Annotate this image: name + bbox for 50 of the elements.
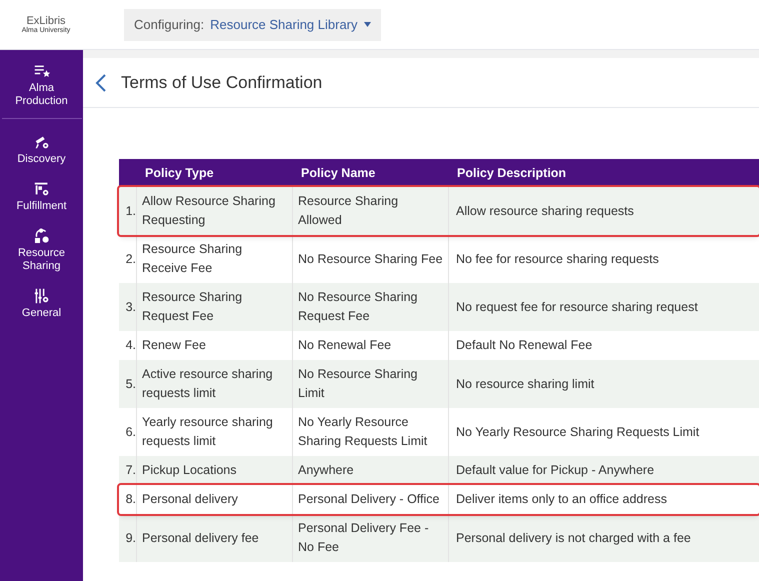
row-number: 1. <box>126 202 136 220</box>
row-number: 4. <box>126 337 136 354</box>
table-cell-text: Personal Delivery Fee - No Fee <box>298 520 430 556</box>
row-number: 9. <box>126 530 136 546</box>
table-cell-text: No Resource Sharing Request Fee <box>298 289 419 325</box>
sidebar-item[interactable]: Alma Production <box>2 82 82 108</box>
table-cell-text: Personal delivery <box>142 491 238 508</box>
column-header: Policy Type <box>144 164 215 182</box>
row-number: 8. <box>126 491 136 508</box>
column-header: Policy Name <box>300 164 376 182</box>
table-cell-text: No Resource Sharing Fee <box>298 250 443 268</box>
sidebar-item[interactable]: Discovery <box>17 153 66 166</box>
table-cell-text: Deliver items only to an office address <box>456 491 667 508</box>
table-cell-text: Allow Resource Sharing Requesting <box>142 193 276 229</box>
table-cell-text: Personal Delivery - Office <box>298 491 440 508</box>
table-cell-text: No Yearly Resource Sharing Requests Limit <box>456 424 700 441</box>
back-icon[interactable] <box>95 74 107 92</box>
table-cell-text: Personal delivery is not charged with a fee <box>456 530 691 547</box>
table-cell-text: Resource Sharing Receive Fee <box>142 241 244 277</box>
table-cell-text: Resource Sharing Allowed <box>298 193 400 229</box>
table-cell-text: Pickup Locations <box>142 462 237 479</box>
row-number: 5. <box>126 376 136 392</box>
table-cell-text: No Yearly Resource Sharing Requests Limit <box>298 414 428 450</box>
table-cell-text: Yearly resource sharing requests limit <box>142 414 274 450</box>
row-number: 3. <box>126 298 136 316</box>
table-cell-text: No fee for resource sharing requests <box>456 250 659 268</box>
configuring-dropdown[interactable]: Configuring: Resource Sharing Library <box>124 8 381 40</box>
table-cell-text: Personal delivery fee <box>142 530 259 547</box>
table-cell-text: No request fee for resource sharing request <box>456 298 698 316</box>
column-header: Policy Description <box>456 164 568 182</box>
row-number: 6. <box>126 424 136 440</box>
row-number: 7. <box>126 462 136 479</box>
sidebar-item[interactable]: Fulfillment <box>16 200 67 213</box>
table-cell-text: Renew Fee <box>142 337 206 354</box>
table-cell-text: No resource sharing limit <box>456 376 594 393</box>
table-cell-text: Anywhere <box>298 462 354 479</box>
table-cell-text: Default value for Pickup - Anywhere <box>456 462 654 479</box>
table-cell-text: Allow resource sharing requests <box>456 202 634 220</box>
caret-icon <box>364 22 371 27</box>
table-cell-text: Active resource sharing requests limit <box>142 366 274 402</box>
row-number: 2. <box>126 250 136 268</box>
table-cell-text: Resource Sharing Request Fee <box>142 289 244 325</box>
sidebar-item[interactable]: Resource Sharing <box>2 247 82 273</box>
page-title: Terms of Use Confirmation <box>121 72 322 94</box>
shelf-gear-icon <box>32 180 50 198</box>
sidebar-item[interactable]: General <box>22 307 62 320</box>
table-cell-text: No Renewal Fee <box>298 337 392 354</box>
sliders-gear-icon <box>32 287 50 305</box>
table-cell-text: No Resource Sharing Limit <box>298 366 419 402</box>
table-cell-text: Default No Renewal Fee <box>456 337 592 354</box>
